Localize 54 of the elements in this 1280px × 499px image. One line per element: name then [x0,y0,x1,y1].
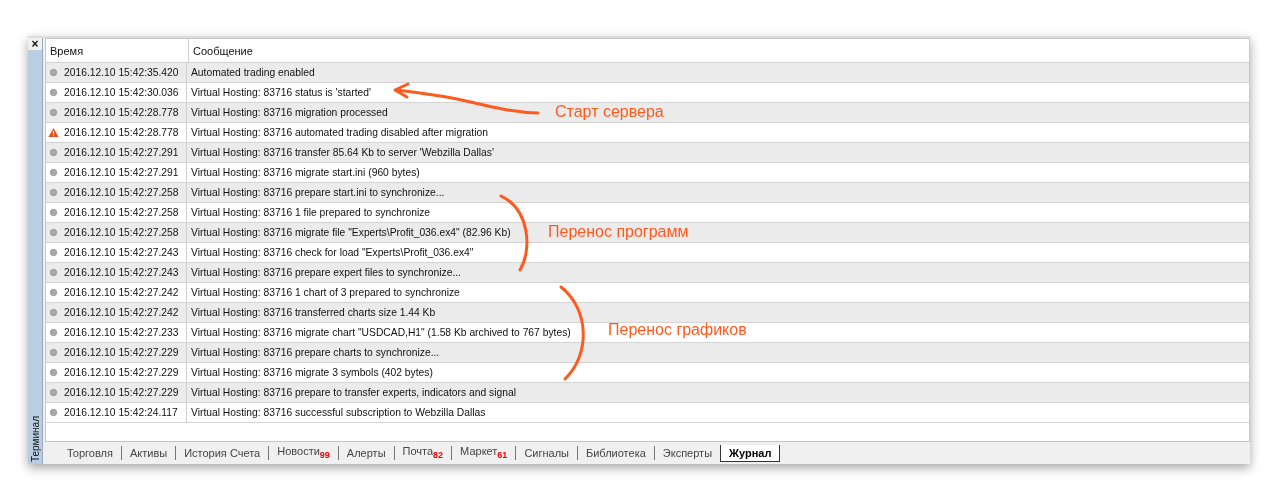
time-cell: 2016.12.10 15:42:27.243 [64,247,179,258]
time-cell: 2016.12.10 15:42:27.258 [64,187,179,198]
message-cell: Virtual Hosting: 83716 prepare to transfer experts, indicators and signal [191,387,516,398]
tab[interactable]: Активы [121,445,176,461]
message-cell: Virtual Hosting: 83716 status is 'started' [191,87,372,98]
message-cell: Virtual Hosting: 83716 1 file prepared to synchronize [191,207,431,218]
message-cell: Virtual Hosting: 83716 prepare expert files to synchronize... [191,267,461,278]
annotation-label: Перенос программ [548,223,689,241]
time-cell: 2016.12.10 15:42:27.291 [64,167,179,178]
time-cell: 2016.12.10 15:42:30.036 [64,87,179,98]
time-cell: 2016.12.10 15:42:27.229 [64,367,179,378]
tab[interactable]: Новости$_{99}$ [269,443,338,463]
tab[interactable]: Маркет$_{61}$ [452,443,516,463]
annotation-label: Старт сервера [555,103,664,121]
time-cell: 2016.12.10 15:42:27.229 [64,387,179,398]
time-cell: 2016.12.10 15:42:27.258 [64,207,179,218]
time-cell: 2016.12.10 15:42:28.778 [64,107,179,118]
message-cell: Virtual Hosting: 83716 check for load "Experts\Profit_036.ex4" [191,247,474,258]
close-button[interactable]: × [28,38,42,50]
message-cell: Virtual Hosting: 83716 1 chart of 3 prepared to synchronize [191,287,460,298]
message-cell: Virtual Hosting: 83716 migrate start.ini (960 bytes) [191,167,420,178]
tab[interactable]: История Счета [176,445,269,461]
message-cell: Virtual Hosting: 83716 migrate chart "USDCAD,H1" (1.58 Kb archived to 767 bytes) [191,327,571,338]
message-cell: Virtual Hosting: 83716 migrate 3 symbols (402 bytes) [191,367,433,378]
message-cell: Virtual Hosting: 83716 transfer 85.64 Kb to server 'Webzilla Dallas' [191,147,494,158]
time-cell: 2016.12.10 15:42:28.778 [64,127,179,138]
time-cell: 2016.12.10 15:42:27.243 [64,267,179,278]
tab[interactable]: Эксперты [654,445,721,461]
tab[interactable]: Сигналы [516,445,577,461]
message-cell: Automated trading enabled [191,67,315,78]
time-cell: 2016.12.10 15:42:27.258 [64,227,179,238]
time-cell: 2016.12.10 15:42:24.117 [64,407,178,418]
time-cell: 2016.12.10 15:42:27.233 [64,327,179,338]
message-cell: Virtual Hosting: 83716 migrate file "Experts\Profit_036.ex4" (82.96 Kb) [191,227,511,238]
tab[interactable]: Торговля [59,445,121,461]
time-cell: 2016.12.10 15:42:35.420 [64,67,179,78]
message-cell: Virtual Hosting: 83716 migration processed [191,107,388,118]
message-cell: Virtual Hosting: 83716 prepare charts to synchronize... [191,347,440,358]
message-cell: Virtual Hosting: 83716 transferred charts size 1.44 Kb [191,307,436,318]
tab[interactable]: Журнал [720,444,781,462]
tab[interactable]: Алерты [338,445,394,461]
column-header[interactable]: Сообщение [189,39,1249,62]
message-cell: Virtual Hosting: 83716 successful subscription to Webzilla Dallas [191,407,486,418]
annotation-label: Перенос графиков [608,321,747,339]
time-cell: 2016.12.10 15:42:27.242 [64,287,179,298]
time-cell: 2016.12.10 15:42:27.242 [64,307,179,318]
time-cell: 2016.12.10 15:42:27.229 [64,347,179,358]
tab[interactable]: Библиотека [578,445,654,461]
tab[interactable]: Почта$_{82}$ [394,443,452,463]
column-header[interactable]: Время [46,39,189,62]
message-cell: Virtual Hosting: 83716 automated trading disabled after migration [191,127,488,138]
terminal-label: Терминал [29,414,41,464]
message-cell: Virtual Hosting: 83716 prepare start.ini to synchronize... [191,187,445,198]
time-cell: 2016.12.10 15:42:27.291 [64,147,179,158]
